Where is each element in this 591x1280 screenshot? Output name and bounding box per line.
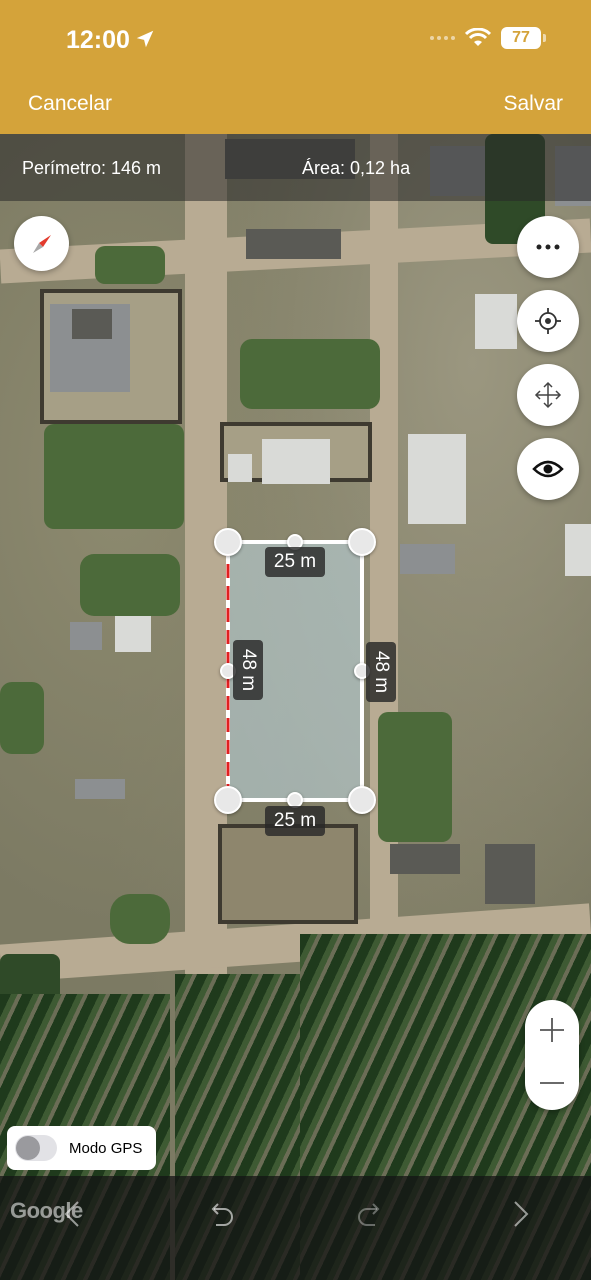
satellite-map[interactable]	[0, 134, 591, 1280]
plus-icon	[540, 1017, 564, 1042]
chevron-right-icon	[514, 1201, 529, 1227]
area-text: Área: 0,12 ha	[302, 158, 411, 178]
edge-length-top: 25 m	[265, 547, 325, 577]
eye-icon	[532, 460, 564, 478]
gps-mode-toggle[interactable]: Modo GPS	[7, 1126, 156, 1170]
signal-dots	[430, 36, 455, 40]
zoom-in-button[interactable]	[525, 1002, 579, 1057]
minus-icon	[540, 1081, 564, 1084]
vertex-handle-bottom-left[interactable]	[214, 786, 242, 814]
gps-mode-label: Modo GPS	[69, 1139, 143, 1157]
navigation-header: 12:00 77 Cancelar Salvar	[0, 0, 591, 134]
edge-length-right: 48 m	[366, 642, 396, 702]
redo-button[interactable]	[352, 1196, 388, 1232]
perimeter-text: Perímetro: 146 m	[22, 158, 162, 178]
compass-button[interactable]	[14, 216, 69, 271]
vertex-handle-top-left[interactable]	[214, 528, 242, 556]
vertex-handle-top-right[interactable]	[348, 528, 376, 556]
edge-length-left: 48 m	[233, 640, 263, 700]
battery-indicator: 77	[501, 27, 546, 49]
undo-button[interactable]	[203, 1196, 239, 1232]
measurement-bar: Perímetro: 146 m Área: 0,12 ha	[0, 134, 591, 201]
save-button[interactable]: Salvar	[503, 92, 563, 116]
vertex-handle-bottom-right[interactable]	[348, 786, 376, 814]
wifi-icon	[465, 28, 491, 46]
gps-switch[interactable]	[15, 1135, 57, 1161]
visibility-button[interactable]	[517, 438, 579, 500]
locate-button[interactable]	[517, 290, 579, 352]
next-point-button[interactable]	[503, 1196, 539, 1232]
redo-icon	[358, 1203, 380, 1226]
edge-length-bottom: 25 m	[265, 806, 325, 836]
more-icon	[536, 244, 560, 250]
locate-icon	[535, 308, 561, 334]
chevron-left-icon	[64, 1201, 79, 1227]
more-options-button[interactable]	[517, 216, 579, 278]
status-indicators: 77	[430, 27, 546, 49]
zoom-control	[525, 1000, 579, 1110]
location-arrow-icon	[136, 30, 154, 48]
undo-icon	[211, 1203, 233, 1226]
move-icon	[534, 381, 562, 409]
previous-point-button[interactable]	[54, 1196, 90, 1232]
compass-icon	[32, 234, 51, 253]
move-button[interactable]	[517, 364, 579, 426]
zoom-out-button[interactable]	[525, 1055, 579, 1110]
cancel-button[interactable]: Cancelar	[28, 92, 112, 116]
status-time: 12:00	[66, 26, 130, 54]
